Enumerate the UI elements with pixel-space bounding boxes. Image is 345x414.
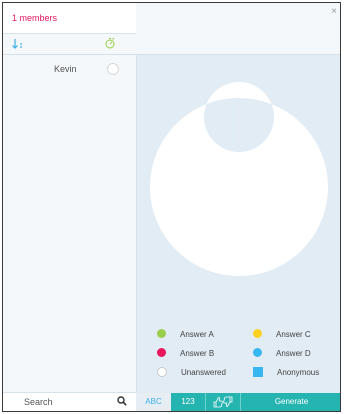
legend-swatch-unanswered <box>157 366 167 377</box>
members-sidebar: 1 members Kevin Search <box>3 3 137 411</box>
results-panel: × Answer A Answer C Answer B Answer D Un… <box>136 3 340 411</box>
app-window: 1 members Kevin Search × Answer A Answer… <box>2 2 341 412</box>
thumbs-button[interactable] <box>206 393 241 411</box>
legend-swatch-anonymous <box>253 366 263 377</box>
search-input[interactable]: Search <box>3 392 136 411</box>
legend-item-answer-a: Answer A <box>157 329 214 341</box>
generate-button[interactable]: Generate <box>241 393 340 411</box>
results-header: × <box>136 3 340 55</box>
donut-chart <box>149 82 328 276</box>
legend-item-answer-d: Answer D <box>253 348 311 360</box>
thumbs-up-down-icon <box>213 396 233 408</box>
legend-item-answer-b: Answer B <box>157 348 214 360</box>
search-placeholder: Search <box>24 397 53 407</box>
legend-item-unanswered: Unanswered <box>157 366 226 379</box>
legend-swatch-answer-b <box>157 348 166 358</box>
legend-item-anonymous: Anonymous <box>253 366 319 379</box>
sort-down-icon[interactable] <box>12 38 24 53</box>
members-count: 1 members <box>3 3 136 34</box>
member-status-radio[interactable] <box>107 63 119 75</box>
legend-item-answer-c: Answer C <box>253 329 311 341</box>
legend-swatch-answer-a <box>157 329 166 339</box>
member-row[interactable]: Kevin <box>3 55 136 81</box>
stopwatch-icon[interactable] <box>104 37 116 51</box>
numeric-button[interactable]: 123 <box>171 393 206 411</box>
sidebar-toolbar <box>3 34 136 55</box>
member-name: Kevin <box>54 64 77 74</box>
legend-swatch-answer-c <box>253 329 262 339</box>
legend-swatch-answer-d <box>253 348 262 358</box>
abc-button[interactable]: ABC <box>136 393 171 411</box>
close-icon[interactable]: × <box>331 6 337 17</box>
search-icon[interactable] <box>117 396 127 408</box>
bottom-toolbar: ABC 123 Generate <box>136 393 340 411</box>
